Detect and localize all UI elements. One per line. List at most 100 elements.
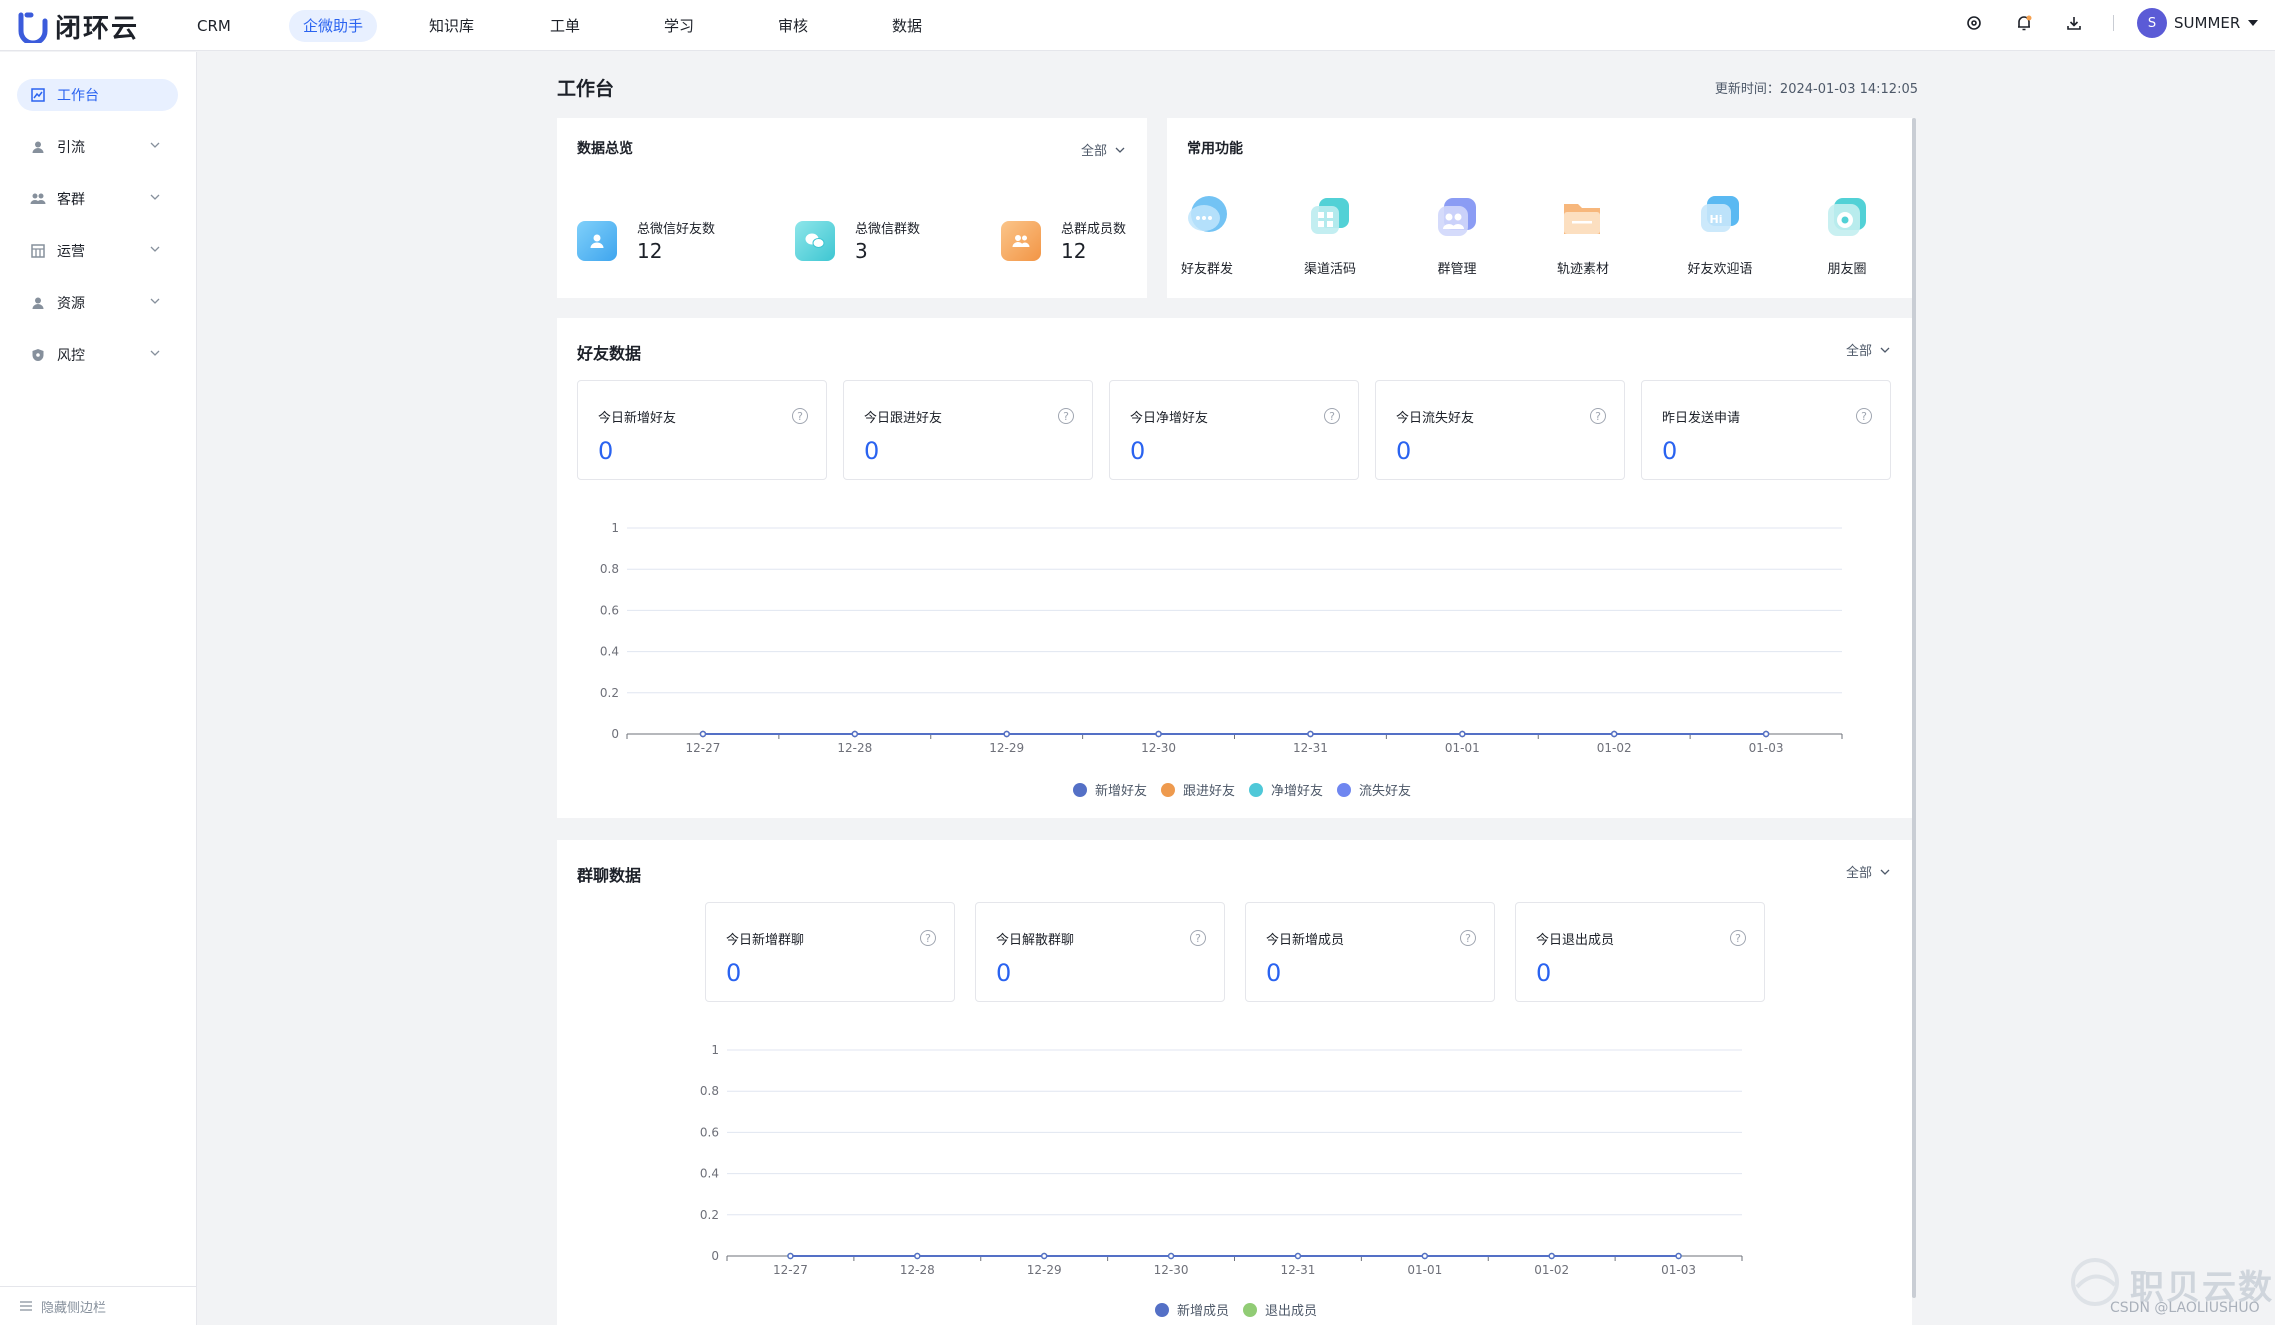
nav-data[interactable]: 数据 bbox=[878, 10, 936, 42]
nav-learning[interactable]: 学习 bbox=[650, 10, 708, 42]
y-tick-label: 0 bbox=[611, 727, 619, 741]
x-tick-label: 12-31 bbox=[1293, 741, 1328, 755]
stat-value: 12 bbox=[1061, 239, 1087, 263]
stat-new-groups-today: 今日新增群聊 0 ? bbox=[705, 902, 955, 1002]
stat-label: 今日退出成员 bbox=[1536, 933, 1615, 948]
stat-value: 3 bbox=[855, 239, 868, 263]
data-point bbox=[1421, 1252, 1429, 1260]
menu-icon bbox=[20, 1301, 32, 1311]
settings-icon[interactable] bbox=[1963, 12, 1985, 34]
stat-exited-members-today: 今日退出成员 0 ? bbox=[1515, 902, 1765, 1002]
card-title: 常用功能 bbox=[1187, 141, 1243, 157]
user-menu[interactable]: S SUMMER bbox=[2137, 8, 2259, 38]
legend-item[interactable]: 流失好友 bbox=[1337, 780, 1411, 799]
chevron-down-icon bbox=[1880, 869, 1890, 875]
function-channel-qrcode[interactable]: 渠道活码 bbox=[1290, 192, 1370, 277]
stat-value: 0 bbox=[1396, 437, 1412, 465]
help-icon[interactable]: ? bbox=[920, 930, 936, 946]
sidebar-item-label: 风控 bbox=[57, 348, 85, 364]
data-point bbox=[1294, 1252, 1302, 1260]
help-icon[interactable]: ? bbox=[1058, 408, 1074, 424]
nav-tickets[interactable]: 工单 bbox=[536, 10, 594, 42]
stat-label: 昨日发送申请 bbox=[1662, 411, 1741, 426]
help-icon[interactable]: ? bbox=[1730, 930, 1746, 946]
sidebar-item-risk-control[interactable]: 风控 bbox=[17, 339, 178, 371]
group-manage-icon bbox=[1438, 198, 1476, 236]
friend-data-filter-dropdown[interactable]: 全部 bbox=[1846, 340, 1890, 359]
sidebar-item-traffic[interactable]: 引流 bbox=[17, 131, 178, 163]
total-members-stat: 总群成员数 12 bbox=[1001, 218, 1126, 263]
notification-bell-icon[interactable] bbox=[2013, 12, 2035, 34]
legend-item[interactable]: 新增成员 bbox=[1155, 1300, 1229, 1319]
nav-knowledge-base[interactable]: 知识库 bbox=[415, 10, 488, 42]
scrollbar[interactable] bbox=[1912, 118, 1916, 1298]
legend-label: 跟进好友 bbox=[1183, 784, 1236, 799]
watermark-credit: CSDN @LAOLIUSHUO bbox=[2110, 1300, 2260, 1316]
stat-lost-friends-today: 今日流失好友 0 ? bbox=[1375, 380, 1625, 480]
legend-item[interactable]: 新增好友 bbox=[1073, 780, 1147, 799]
function-track-materials[interactable]: 轨迹素材 bbox=[1543, 192, 1623, 277]
download-icon[interactable] bbox=[2063, 12, 2085, 34]
stat-label: 总群成员数 bbox=[1061, 222, 1127, 237]
function-label: 朋友圈 bbox=[1827, 262, 1867, 277]
sidebar-item-label: 资源 bbox=[57, 296, 85, 312]
user-name: SUMMER bbox=[2174, 14, 2241, 32]
stat-value: 0 bbox=[726, 959, 742, 987]
data-point bbox=[699, 730, 707, 738]
function-friend-broadcast[interactable]: 好友群发 bbox=[1167, 192, 1247, 277]
legend-item[interactable]: 跟进好友 bbox=[1161, 780, 1235, 799]
function-group-management[interactable]: 群管理 bbox=[1417, 192, 1497, 277]
folder-icon bbox=[1564, 204, 1600, 234]
stat-new-members-today: 今日新增成员 0 ? bbox=[1245, 902, 1495, 1002]
stat-value: 0 bbox=[864, 437, 880, 465]
legend-dot bbox=[1155, 1302, 1169, 1317]
sidebar-item-operations[interactable]: 运营 bbox=[17, 235, 178, 267]
nav-review[interactable]: 审核 bbox=[764, 10, 822, 42]
group-data-filter-dropdown[interactable]: 全部 bbox=[1846, 862, 1890, 881]
x-tick-label: 12-30 bbox=[1141, 741, 1176, 755]
help-icon[interactable]: ? bbox=[1460, 930, 1476, 946]
x-tick-label: 01-01 bbox=[1407, 1263, 1442, 1277]
group-chart-legend: 新增成员 退出成员 bbox=[1155, 1300, 1331, 1319]
help-icon[interactable]: ? bbox=[792, 408, 808, 424]
friend-data-card: 好友数据 全部 今日新增好友 0 ? 今日跟进好友 0 ? 今日净增好友 0 ?… bbox=[557, 318, 1912, 818]
data-point bbox=[787, 1252, 794, 1260]
data-point bbox=[1040, 1252, 1048, 1260]
chevron-down-icon bbox=[150, 142, 160, 148]
x-tick-label: 12-27 bbox=[686, 741, 721, 755]
function-label: 好友群发 bbox=[1180, 262, 1233, 277]
nav-crm[interactable]: CRM bbox=[183, 10, 245, 42]
stat-label: 今日新增群聊 bbox=[726, 933, 805, 948]
sidebar-item-label: 引流 bbox=[57, 140, 85, 156]
legend-dot bbox=[1249, 782, 1264, 797]
nav-wecom-assistant[interactable]: 企微助手 bbox=[289, 10, 378, 42]
caret-down-icon bbox=[2248, 20, 2259, 26]
legend-dot bbox=[1243, 1302, 1258, 1317]
help-icon[interactable]: ? bbox=[1590, 408, 1606, 424]
help-icon[interactable]: ? bbox=[1324, 408, 1340, 424]
function-moments[interactable]: 朋友圈 bbox=[1807, 192, 1887, 277]
y-tick-label: 0.6 bbox=[700, 1125, 719, 1139]
y-tick-label: 0 bbox=[711, 1249, 719, 1263]
sidebar-item-workbench[interactable]: 工作台 bbox=[17, 79, 178, 111]
y-tick-label: 0.2 bbox=[700, 1208, 719, 1222]
friend-chart-legend: 新增好友 跟进好友 净增好友 流失好友 bbox=[1073, 780, 1425, 799]
sidebar: 工作台 引流 客群 运营 资源 风控 隐藏侧边栏 bbox=[0, 52, 197, 1325]
wechat-icon bbox=[795, 220, 835, 261]
hide-sidebar-button[interactable]: 隐藏侧边栏 bbox=[0, 1286, 197, 1325]
svg-text:Hi: Hi bbox=[1710, 213, 1723, 226]
chevron-down-icon bbox=[150, 350, 160, 356]
legend-item[interactable]: 退出成员 bbox=[1243, 1300, 1317, 1319]
stat-value: 0 bbox=[1266, 959, 1282, 987]
function-welcome-message[interactable]: Hi 好友欢迎语 bbox=[1680, 192, 1760, 277]
sidebar-item-label: 客群 bbox=[57, 192, 85, 208]
logo[interactable]: 闭环云 bbox=[17, 8, 139, 45]
help-icon[interactable]: ? bbox=[1856, 408, 1872, 424]
overview-filter-dropdown[interactable]: 全部 bbox=[1081, 140, 1125, 159]
moments-icon bbox=[1828, 198, 1866, 236]
sidebar-item-resources[interactable]: 资源 bbox=[17, 287, 178, 319]
sidebar-item-customers[interactable]: 客群 bbox=[17, 183, 178, 215]
legend-item[interactable]: 净增好友 bbox=[1249, 780, 1323, 799]
stat-label: 今日解散群聊 bbox=[996, 933, 1075, 948]
help-icon[interactable]: ? bbox=[1190, 930, 1206, 946]
